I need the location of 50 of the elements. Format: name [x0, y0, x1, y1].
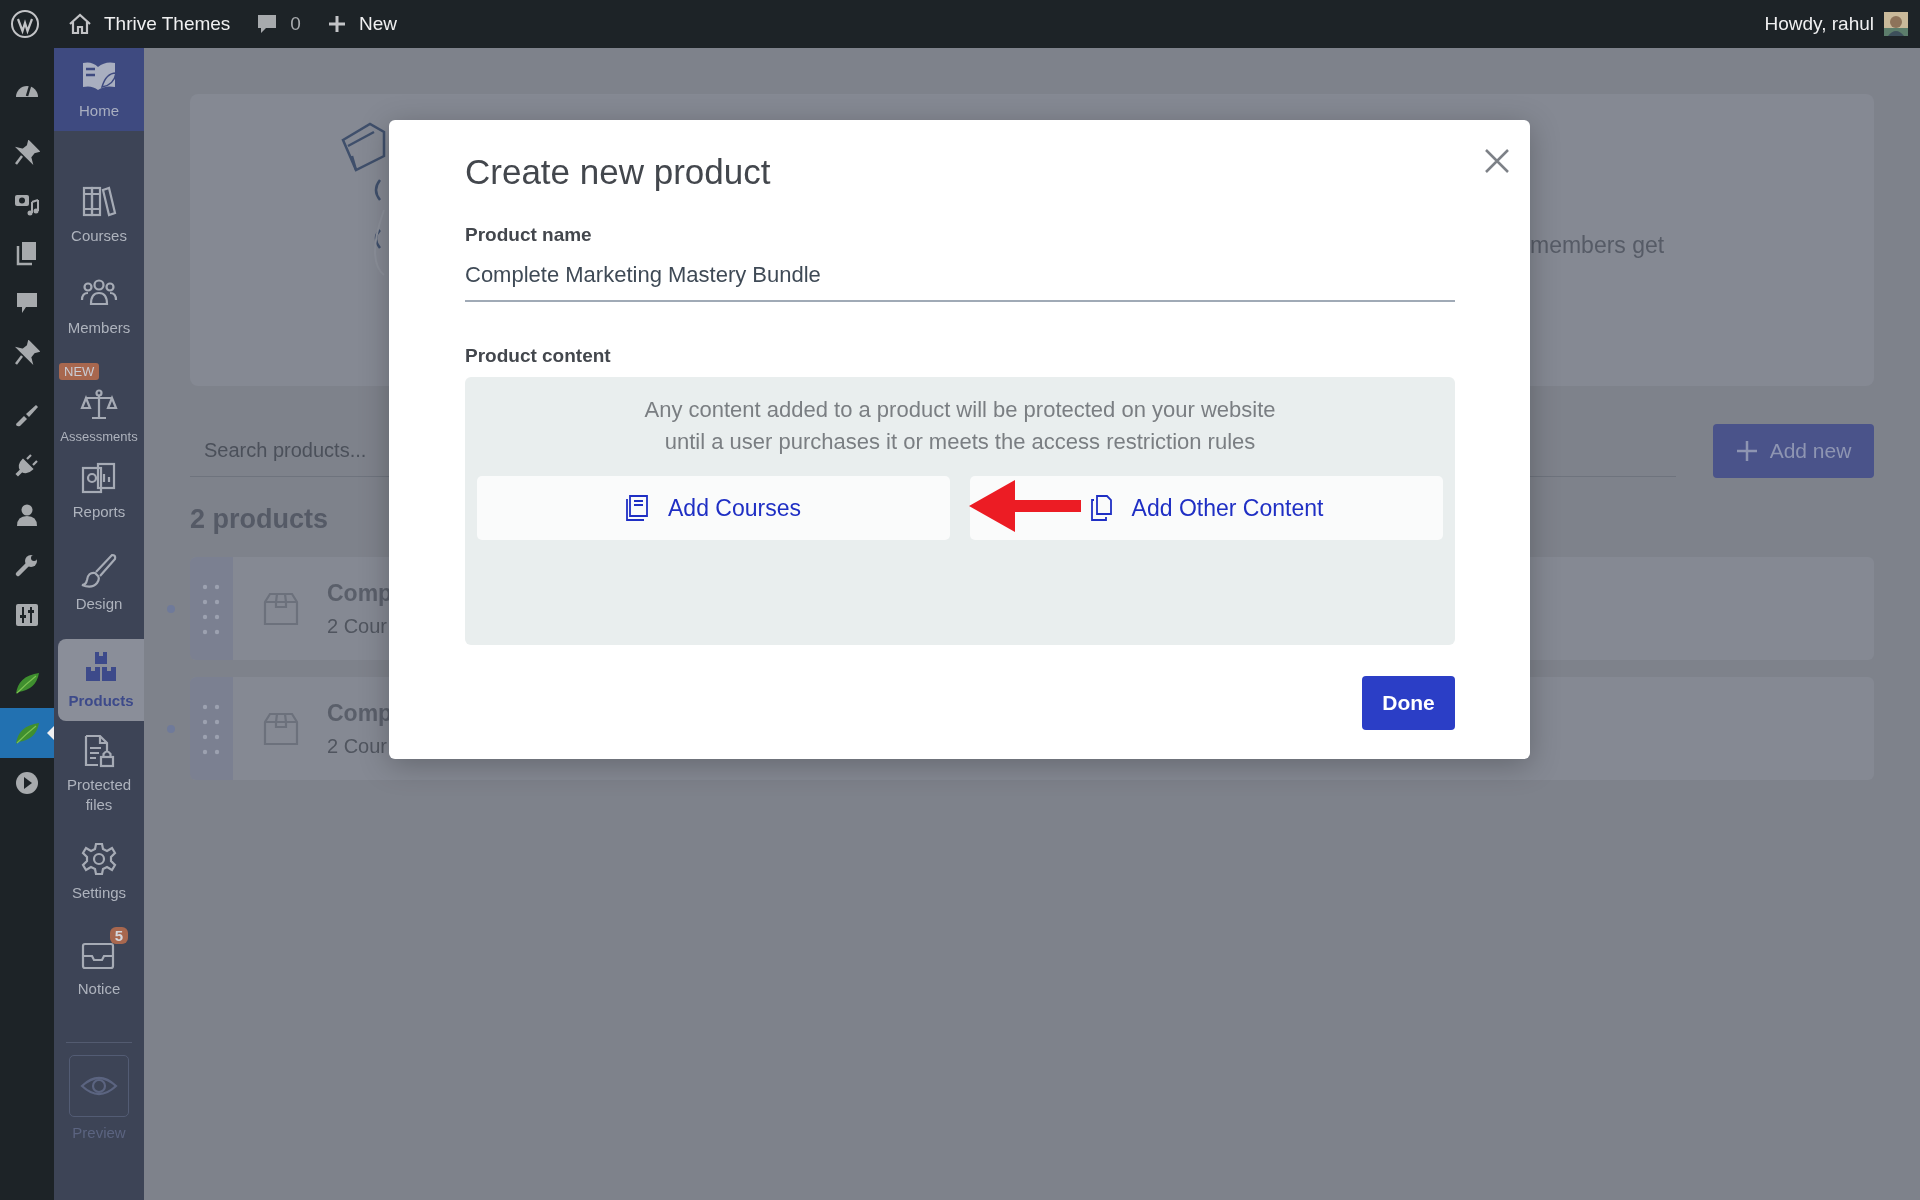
home-icon [68, 13, 92, 35]
settings-icon [80, 841, 118, 878]
drag-handle-icon[interactable] [190, 557, 233, 660]
pushpin-icon [14, 340, 40, 366]
avatar-icon[interactable] [1884, 12, 1908, 36]
add-new-button[interactable]: Add new [1713, 424, 1874, 478]
nav-item[interactable]: 5 Notice [54, 918, 144, 1018]
wrench-icon [14, 552, 40, 578]
comments-link[interactable]: 0 [256, 13, 301, 35]
section-label: Product content [465, 345, 611, 367]
nav-item[interactable]: Settings [54, 826, 144, 918]
comment-icon [256, 13, 279, 35]
documents-icon [1089, 495, 1112, 521]
close-icon[interactable] [1484, 148, 1510, 174]
paintbrush-icon [80, 552, 118, 589]
add-courses-button[interactable]: Add Courses [477, 476, 950, 540]
pushpin-icon [14, 140, 40, 166]
plug-icon [14, 452, 40, 478]
play-icon [14, 770, 40, 796]
wordpress-logo-icon[interactable] [10, 9, 40, 39]
product-name-field[interactable]: Complete Marketing Mastery Bundle [465, 246, 1455, 302]
site-link[interactable]: Thrive Themes [68, 13, 231, 35]
content-note: Any content added to a product will be protected on your website until a user purchases it or meets the access restriction rules [643, 396, 1277, 456]
nav-item[interactable]: Products [58, 639, 144, 721]
leaf-icon [14, 720, 40, 746]
count-badge: 5 [109, 927, 128, 945]
book-icon [626, 495, 648, 521]
nav-item[interactable]: Home [54, 48, 144, 131]
done-button[interactable]: Done [1362, 676, 1455, 730]
plus-icon [1735, 440, 1758, 462]
nav-item[interactable]: Protected files [54, 721, 144, 826]
new-badge: NEW [59, 363, 100, 380]
field-label: Product name [465, 224, 592, 246]
drag-handle-icon[interactable] [190, 677, 233, 780]
greeting-text[interactable]: Howdy, rahul [1764, 13, 1874, 35]
leaf-icon [14, 670, 40, 696]
nav-item[interactable]: Assessments [54, 387, 144, 445]
paintbrush-icon [14, 402, 40, 428]
dialog-title: Create new product [465, 152, 771, 192]
plus-icon [326, 14, 347, 34]
user-icon [14, 502, 40, 528]
nav-item[interactable]: Reports [54, 445, 144, 537]
nav-item[interactable]: Courses [54, 169, 144, 261]
nav-item[interactable]: Members [54, 261, 144, 353]
box-icon [263, 711, 299, 746]
sliders-icon [14, 602, 40, 628]
add-content-button[interactable]: Add Other Content [970, 476, 1443, 540]
new-link[interactable]: New [326, 13, 397, 35]
nav-item[interactable]: Design [54, 537, 144, 629]
box-icon [263, 591, 299, 626]
